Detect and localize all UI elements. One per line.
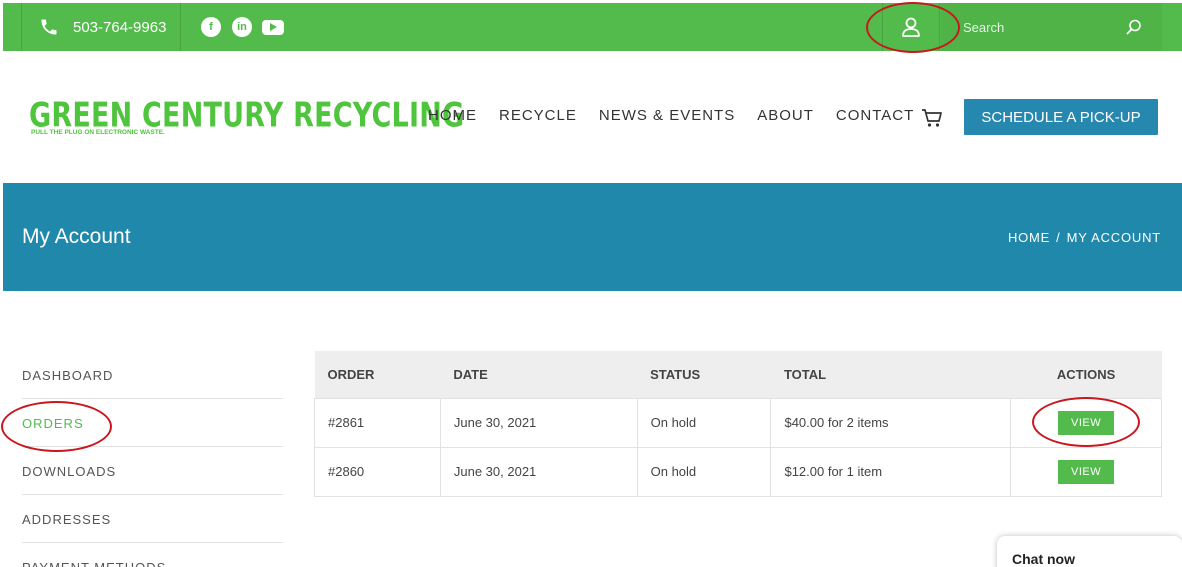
column-header-status: STATUS	[637, 351, 771, 398]
user-icon	[902, 17, 920, 37]
view-order-button[interactable]: VIEW	[1058, 410, 1115, 435]
search-input[interactable]	[963, 17, 1123, 37]
order-actions: VIEW	[1010, 446, 1162, 497]
phone-number: 503-764-9963	[73, 18, 167, 36]
facebook-icon: f	[201, 17, 221, 37]
chat-widget[interactable]: Chat now	[997, 536, 1182, 567]
sidebar-item-orders[interactable]: ORDERS	[22, 399, 283, 447]
nav-contact[interactable]: CONTACT	[836, 107, 914, 124]
youtube-icon	[262, 19, 284, 35]
column-header-total: TOTAL	[770, 351, 1011, 398]
order-number[interactable]: #2861	[314, 397, 441, 448]
column-header-date: DATE	[440, 351, 638, 398]
view-order-button[interactable]: VIEW	[1058, 459, 1115, 484]
youtube-link[interactable]	[262, 3, 284, 51]
order-total: $40.00 for 2 items	[770, 397, 1012, 448]
logo-tagline: PULL THE PLUG ON ELECTRONIC WASTE.	[31, 129, 165, 136]
table-row: #2860 June 30, 2021 On hold $12.00 for 1…	[314, 446, 1162, 497]
top-bar: 503-764-9963 f in	[3, 3, 1182, 51]
linkedin-link[interactable]: in	[232, 3, 252, 51]
facebook-link[interactable]: f	[201, 3, 221, 51]
page-title: My Account	[22, 225, 131, 248]
chat-label: Chat now	[1012, 551, 1075, 567]
sidebar-item-payment-methods[interactable]: PAYMENT METHODS	[22, 543, 283, 567]
main-nav: HOME RECYCLE NEWS & EVENTS ABOUT CONTACT	[428, 107, 936, 124]
breadcrumb-separator: /	[1056, 230, 1061, 245]
search-box	[941, 3, 1162, 51]
order-status: On hold	[636, 446, 772, 497]
phone-icon	[41, 19, 57, 35]
site-logo[interactable]: GREEN CENTURY RECYCLING PULL THE PLUG ON…	[29, 98, 464, 136]
table-row: #2861 June 30, 2021 On hold $40.00 for 2…	[314, 397, 1162, 448]
order-date: June 30, 2021	[439, 446, 638, 497]
order-number[interactable]: #2860	[314, 446, 441, 497]
nav-news-events[interactable]: NEWS & EVENTS	[599, 107, 735, 124]
order-status: On hold	[636, 397, 772, 448]
table-header-row: ORDER DATE STATUS TOTAL ACTIONS	[314, 351, 1162, 398]
column-header-order: ORDER	[314, 351, 441, 398]
page-banner: My Account HOME / MY ACCOUNT	[3, 183, 1182, 291]
orders-table: ORDER DATE STATUS TOTAL ACTIONS #2861 Ju…	[314, 351, 1162, 497]
cart-button[interactable]	[921, 108, 943, 133]
phone-contact[interactable]: 503-764-9963	[21, 3, 181, 51]
account-button[interactable]	[882, 3, 940, 51]
nav-home[interactable]: HOME	[428, 107, 477, 124]
order-actions: VIEW	[1010, 397, 1162, 448]
schedule-pickup-button[interactable]: SCHEDULE A PICK-UP	[964, 99, 1158, 135]
breadcrumb-current: MY ACCOUNT	[1066, 230, 1161, 245]
nav-recycle[interactable]: RECYCLE	[499, 107, 577, 124]
nav-about[interactable]: ABOUT	[757, 107, 814, 124]
cart-icon	[922, 109, 942, 127]
sidebar-item-addresses[interactable]: ADDRESSES	[22, 495, 283, 543]
order-date: June 30, 2021	[439, 397, 638, 448]
sidebar-item-downloads[interactable]: DOWNLOADS	[22, 447, 283, 495]
breadcrumb: HOME / MY ACCOUNT	[1008, 230, 1161, 245]
account-sidebar: DASHBOARD ORDERS DOWNLOADS ADDRESSES PAY…	[22, 351, 283, 567]
column-header-actions: ACTIONS	[1010, 351, 1162, 398]
order-total: $12.00 for 1 item	[770, 446, 1012, 497]
linkedin-icon: in	[232, 17, 252, 37]
breadcrumb-home[interactable]: HOME	[1008, 230, 1050, 245]
search-icon[interactable]	[1126, 19, 1142, 35]
sidebar-item-dashboard[interactable]: DASHBOARD	[22, 351, 283, 399]
